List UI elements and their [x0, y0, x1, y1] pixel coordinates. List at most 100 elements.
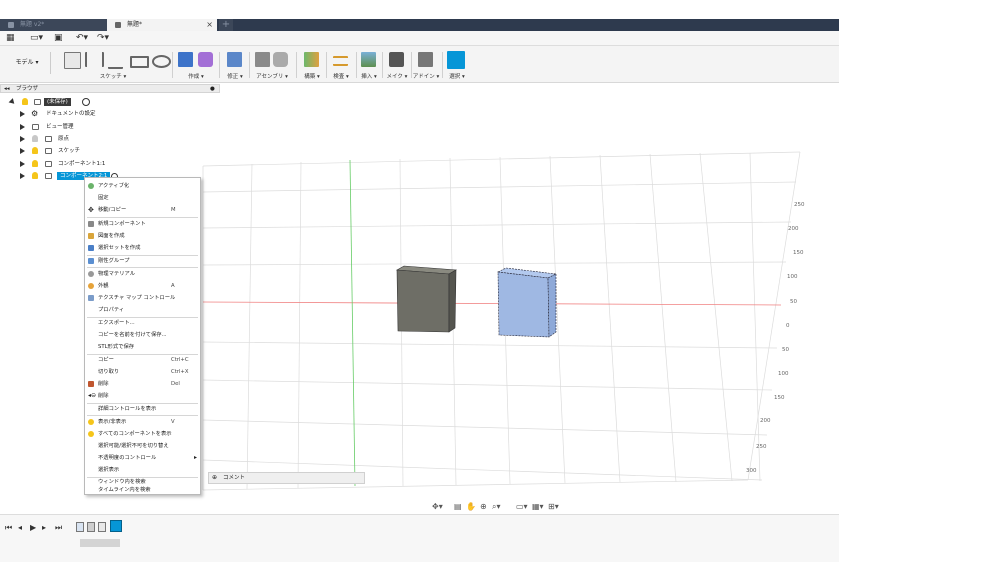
toolbar-group-inspect[interactable]: 検査 ▾	[328, 48, 354, 81]
tree-item-document-settings[interactable]: ⚙ ドキュメントの設定	[20, 109, 140, 119]
comments-panel[interactable]: ⊕ コメント	[208, 472, 365, 484]
menu-item-properties[interactable]: プロパティ	[85, 304, 200, 316]
tree-item-named-views[interactable]: ビュー管理	[20, 122, 140, 132]
visibility-bulb-icon[interactable]	[22, 98, 28, 105]
menu-item-ground[interactable]: 固定	[85, 192, 200, 204]
toolbar-group-assemble[interactable]: アセンブリ ▾	[252, 48, 292, 81]
measure-icon[interactable]	[333, 56, 348, 66]
menu-item-rigid-group[interactable]: 剛性グループ	[85, 255, 200, 267]
grid-snap-icon[interactable]: ▦▾	[532, 502, 544, 512]
menu-item-new-component[interactable]: 新規コンポーネント	[85, 218, 200, 230]
menu-item-toggle-selectable[interactable]: 選択可能/選択不可を切り替え	[85, 440, 200, 452]
pan-hand-icon[interactable]: ✋	[466, 502, 476, 512]
visibility-bulb-icon[interactable]	[32, 135, 38, 142]
menu-item-activate[interactable]: アクティブ化	[85, 180, 200, 192]
menu-item-create-selection-set[interactable]: 選択セットを作成	[85, 242, 200, 254]
menu-item-physical-material[interactable]: 物理マテリアル	[85, 268, 200, 280]
menu-item-export[interactable]: エクスポート...	[85, 317, 200, 329]
workspace-dropdown[interactable]: モデル ▾	[4, 52, 51, 74]
tree-item-origin[interactable]: 原点	[20, 134, 140, 144]
save-icon[interactable]: ▣	[54, 33, 63, 43]
new-component-icon[interactable]	[255, 52, 270, 67]
toolbar-group-make[interactable]: メイク ▾	[384, 48, 410, 81]
timeline-marker[interactable]	[110, 520, 122, 532]
arc-icon[interactable]	[108, 52, 123, 69]
box-icon[interactable]	[178, 52, 193, 67]
menu-item-appearance[interactable]: 外観 A	[85, 280, 200, 292]
select-cursor-icon[interactable]	[447, 51, 465, 69]
play-icon[interactable]: ▶	[30, 523, 36, 533]
viewports-icon[interactable]: ⊞▾	[548, 502, 559, 512]
tab-document-1[interactable]: 無題 v2*	[0, 19, 107, 31]
redo-icon[interactable]: ↷▾	[97, 33, 109, 43]
menu-item-save-copy-as[interactable]: コピーを名前を付けて保存...	[85, 329, 200, 341]
line-icon[interactable]	[85, 52, 104, 67]
menu-item-texture-map[interactable]: テクスチャ マップ コントロール	[85, 292, 200, 304]
file-icon[interactable]: ▭▾	[30, 33, 43, 43]
display-settings-icon[interactable]: ▭▾	[516, 502, 528, 512]
toolbar-group-addins[interactable]: アドイン ▾	[412, 48, 440, 81]
component-1-body[interactable]	[396, 265, 457, 333]
menu-item-save-as-stl[interactable]: STL形式で保存	[85, 341, 200, 353]
collapse-arrows-icon[interactable]: ◂◂	[4, 85, 10, 93]
3d-viewport[interactable]: 250 200 150 100 50 0 50 100 150 200 250 …	[200, 150, 839, 520]
menu-item-copy[interactable]: コピー Ctrl+C	[85, 354, 200, 366]
form-icon[interactable]	[198, 52, 213, 67]
expand-icon[interactable]	[20, 173, 25, 179]
tab-document-2[interactable]: 無題* ×	[107, 19, 217, 31]
expand-icon[interactable]	[20, 161, 25, 167]
toolbar-group-sketch[interactable]: スケッチ ▾	[60, 48, 171, 81]
step-forward-icon[interactable]: ▸	[42, 523, 46, 533]
tree-item-component-1[interactable]: コンポーネント1:1	[20, 159, 140, 169]
menu-item-move-copy[interactable]: ✥ 移動/コピー M	[85, 204, 200, 216]
expand-icon[interactable]	[20, 111, 25, 117]
browser-pin-icon[interactable]: ●	[210, 85, 215, 93]
add-comment-plus-icon[interactable]: ⊕	[212, 473, 217, 483]
3d-print-icon[interactable]	[389, 52, 404, 67]
sketch-icon[interactable]	[64, 52, 81, 69]
menu-item-isolate[interactable]: 選択表示	[85, 464, 200, 476]
menu-item-show-all-components[interactable]: すべてのコンポーネントを表示	[85, 428, 200, 440]
menu-item-delete[interactable]: 削除 Del	[85, 378, 200, 390]
menu-item-show-detail-control[interactable]: 詳細コントロールを表示	[85, 403, 200, 415]
step-back-icon[interactable]: ◂	[18, 523, 22, 533]
visibility-bulb-icon[interactable]	[32, 147, 38, 154]
menu-item-show-hide[interactable]: 表示/非表示 V	[85, 416, 200, 428]
undo-icon[interactable]: ↶▾	[76, 33, 88, 43]
tree-item-sketches[interactable]: スケッチ	[20, 146, 140, 156]
go-to-start-icon[interactable]: ⏮	[5, 523, 12, 533]
joint-icon[interactable]	[273, 52, 288, 67]
press-pull-icon[interactable]	[227, 52, 242, 67]
look-at-icon[interactable]: ▤	[454, 502, 462, 512]
visibility-bulb-icon[interactable]	[32, 172, 38, 179]
expand-icon[interactable]	[8, 98, 17, 106]
menu-item-find-in-timeline[interactable]: タイムライン内を検索	[85, 484, 200, 496]
timeline-component-feature[interactable]	[98, 522, 106, 532]
close-icon[interactable]: ×	[206, 19, 213, 31]
toolbar-group-select[interactable]: 選択 ▾	[444, 48, 470, 81]
zoom-icon[interactable]: ⊕	[480, 502, 487, 512]
timeline-sketch-feature[interactable]	[76, 522, 84, 532]
component-2-body-selected[interactable]	[496, 267, 558, 338]
insert-image-icon[interactable]	[361, 52, 376, 67]
orbit-icon[interactable]: ✥▾	[432, 502, 443, 512]
menu-item-cut[interactable]: 切り取り Ctrl+X	[85, 366, 200, 378]
circle-icon[interactable]	[152, 55, 171, 68]
go-to-end-icon[interactable]: ⏭	[55, 523, 62, 533]
fit-icon[interactable]: ⌕▾	[492, 502, 501, 512]
rectangle-icon[interactable]	[130, 56, 149, 68]
toolbar-group-insert[interactable]: 挿入 ▾	[357, 48, 381, 81]
menu-item-remove[interactable]: ◂⊖ 削除	[85, 390, 200, 402]
expand-icon[interactable]	[20, 136, 25, 142]
menu-item-opacity-control[interactable]: 不透明度のコントロール ▸	[85, 452, 200, 464]
toolbar-group-create[interactable]: 作成 ▾	[176, 48, 216, 81]
scripts-addins-icon[interactable]	[418, 52, 433, 67]
new-tab-plus-icon[interactable]: +	[219, 19, 233, 31]
toolbar-group-construct[interactable]: 構築 ▾	[299, 48, 325, 81]
visibility-bulb-icon[interactable]	[32, 160, 38, 167]
menu-item-create-drawing[interactable]: 図面を作成	[85, 230, 200, 242]
timeline-extrude-feature[interactable]	[87, 522, 95, 532]
expand-icon[interactable]	[20, 148, 25, 154]
toolbar-group-modify[interactable]: 修正 ▾	[222, 48, 248, 81]
tree-root[interactable]: (未保存)	[8, 97, 210, 107]
